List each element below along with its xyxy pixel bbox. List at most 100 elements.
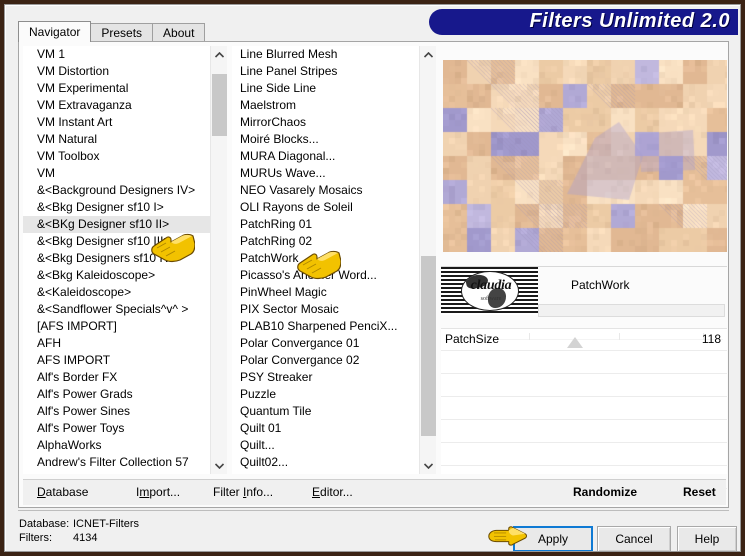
database-button[interactable]: Database	[37, 485, 88, 499]
filter-item-label: PinWheel Magic	[240, 285, 327, 299]
parameter-slider-thumb[interactable]	[567, 337, 584, 348]
filter-item[interactable]: Polar Convergance 01	[232, 335, 419, 352]
import-button[interactable]: Import...	[136, 485, 180, 499]
filter-item-label: PatchWork	[240, 251, 299, 265]
filter-item[interactable]: Quilt02...	[232, 454, 419, 471]
filter-item[interactable]: OLI Rayons de Soleil	[232, 199, 419, 216]
filter-item[interactable]: Quantum Tile	[232, 403, 419, 420]
category-item[interactable]: AFH	[23, 335, 210, 352]
filter-item[interactable]: Polar Convergance 02	[232, 352, 419, 369]
filter-item[interactable]: Picasso's Another Word...	[232, 267, 419, 284]
filter-item[interactable]: MirrorChaos	[232, 114, 419, 131]
category-item[interactable]: Alf's Power Grads	[23, 386, 210, 403]
app-banner: Filters Unlimited 2.0	[429, 9, 738, 35]
filter-item-label: MURUs Wave...	[240, 166, 326, 180]
filter-scrollbar[interactable]	[419, 46, 436, 474]
filter-item[interactable]: NEO Vasarely Mosaics	[232, 182, 419, 199]
filter-item[interactable]: Moiré Blocks...	[232, 131, 419, 148]
category-item[interactable]: VM Natural	[23, 131, 210, 148]
category-item[interactable]: &<Kaleidoscope>	[23, 284, 210, 301]
category-item-label: &<Bkg Kaleidoscope>	[37, 268, 156, 282]
filter-scroll-down-icon[interactable]	[420, 457, 436, 474]
filter-item[interactable]: PatchRing 01	[232, 216, 419, 233]
category-item-label: &<BKg Designer sf10 II>	[37, 217, 170, 231]
category-item[interactable]: Alf's Power Sines	[23, 403, 210, 420]
filter-item-label: Moiré Blocks...	[240, 132, 319, 146]
filter-item[interactable]: Maelstrom	[232, 97, 419, 114]
filter-list[interactable]: Line Blurred Mesh Line Panel Stripes Line …	[232, 46, 419, 474]
category-item[interactable]: AlphaWorks	[23, 437, 210, 454]
filter-scroll-up-icon[interactable]	[420, 46, 436, 63]
category-item[interactable]: [AFS IMPORT]	[23, 318, 210, 335]
parameter-row-empty	[441, 420, 727, 443]
category-item[interactable]: AFS IMPORT	[23, 352, 210, 369]
filter-item[interactable]: Line Side Line	[232, 80, 419, 97]
filter-item-label: Puzzle	[240, 387, 277, 401]
filter-item[interactable]: PIX Sector Mosaic	[232, 301, 419, 318]
category-item-label: Alf's Power Grads	[37, 387, 133, 401]
status-database-value: ICNET-Filters	[73, 518, 139, 530]
filter-item[interactable]: Quilt 01	[232, 420, 419, 437]
filter-item[interactable]: Quilt...	[232, 437, 419, 454]
category-item-label: AlphaWorks	[37, 438, 102, 452]
tab-about[interactable]: About	[152, 23, 206, 42]
tab-navigator[interactable]: Navigator	[18, 21, 92, 42]
cancel-button[interactable]: Cancel	[597, 526, 671, 551]
category-item[interactable]: VM Distortion	[23, 63, 210, 80]
category-item[interactable]: &<BKg Designer sf10 II>	[23, 216, 210, 233]
category-item[interactable]: VM	[23, 165, 210, 182]
filter-item[interactable]: PSY Streaker	[232, 369, 419, 386]
category-item[interactable]: VM Extravaganza	[23, 97, 210, 114]
category-item[interactable]: &<Bkg Designer sf10 III>	[23, 233, 210, 250]
category-item[interactable]: Alf's Border FX	[23, 369, 210, 386]
filter-item-label: Line Side Line	[240, 81, 317, 95]
editor-button[interactable]: Editor...	[312, 485, 353, 499]
filter-item[interactable]: Line Blurred Mesh	[232, 46, 419, 63]
parameter-row[interactable]: PatchSize 118	[441, 328, 727, 351]
category-item[interactable]: Andrew's Filter Collection 57	[23, 454, 210, 471]
category-item[interactable]: VM Toolbox	[23, 148, 210, 165]
filter-item-label: Quilt02...	[240, 455, 289, 469]
category-item-label: &<Bkg Designers sf10 IV>	[37, 251, 178, 265]
parameter-row-empty	[441, 351, 727, 374]
tab-presets[interactable]: Presets	[90, 23, 154, 42]
help-button[interactable]: Help	[677, 526, 737, 551]
filter-item[interactable]: PLAB10 Sharpened PenciX...	[232, 318, 419, 335]
filter-item[interactable]: Puzzle	[232, 386, 419, 403]
tabstrip: Navigator Presets About	[18, 21, 206, 42]
category-item[interactable]: &<Bkg Designer sf10 I>	[23, 199, 210, 216]
reset-button[interactable]: Reset	[683, 485, 716, 499]
active-filter-name: PatchWork	[571, 278, 630, 292]
category-item-label: VM	[37, 166, 55, 180]
preview-canvas	[443, 60, 727, 252]
category-scrollbar[interactable]	[210, 46, 227, 474]
category-item[interactable]: &<Sandflower Specials^v^ >	[23, 301, 210, 318]
filter-scroll-thumb[interactable]	[421, 256, 436, 436]
category-item-label: Alf's Power Sines	[37, 404, 130, 418]
filter-item[interactable]: PinWheel Magic	[232, 284, 419, 301]
category-list[interactable]: VM 1 VM Distortion VM Experimental VM Extra…	[23, 46, 210, 474]
filter-item[interactable]: PatchWork	[232, 250, 419, 267]
category-scroll-thumb[interactable]	[212, 74, 227, 136]
category-item[interactable]: Alf's Power Toys	[23, 420, 210, 437]
filter-item[interactable]: MURUs Wave...	[232, 165, 419, 182]
filter-item-label: PSY Streaker	[240, 370, 313, 384]
category-item[interactable]: VM 1	[23, 46, 210, 63]
category-list-panel: VM 1 VM Distortion VM Experimental VM Extra…	[23, 46, 227, 474]
category-scroll-down-icon[interactable]	[211, 457, 227, 474]
filter-item[interactable]: MURA Diagonal...	[232, 148, 419, 165]
category-item-label: VM Toolbox	[37, 149, 100, 163]
category-item[interactable]: VM Instant Art	[23, 114, 210, 131]
filter-item[interactable]: Line Panel Stripes	[232, 63, 419, 80]
filter-item[interactable]: PatchRing 02	[232, 233, 419, 250]
category-item[interactable]: &<Background Designers IV>	[23, 182, 210, 199]
category-item[interactable]: VM Experimental	[23, 80, 210, 97]
filter-info-button[interactable]: Filter Info...	[213, 485, 273, 499]
randomize-button[interactable]: Randomize	[573, 485, 637, 499]
filter-preview[interactable]	[443, 60, 727, 252]
category-item-label: &<Bkg Designer sf10 I>	[37, 200, 164, 214]
apply-button[interactable]: Apply	[513, 526, 593, 551]
category-scroll-up-icon[interactable]	[211, 46, 227, 63]
category-item[interactable]: &<Bkg Kaleidoscope>	[23, 267, 210, 284]
category-item[interactable]: &<Bkg Designers sf10 IV>	[23, 250, 210, 267]
